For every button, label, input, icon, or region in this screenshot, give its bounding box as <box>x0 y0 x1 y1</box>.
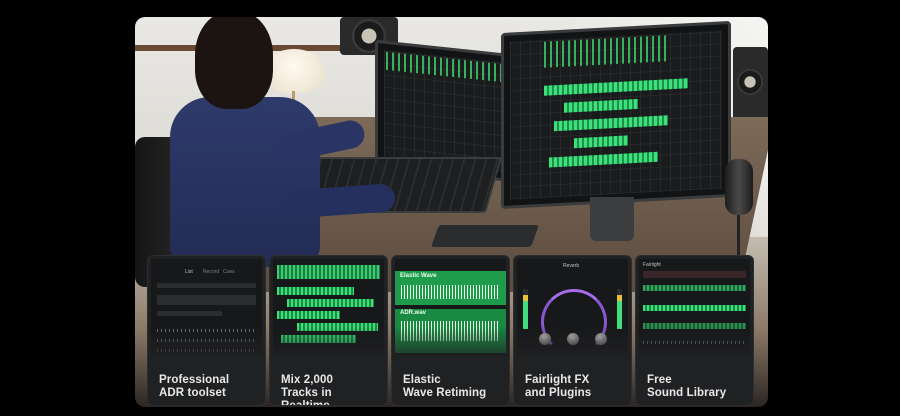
mix-track <box>277 311 340 319</box>
person-sweater <box>170 97 320 267</box>
elastic-clip-name: ADR.wav <box>400 310 427 316</box>
feature-card-elastic[interactable]: Elastic Wave ADR.wav Elastic Wave Retimi… <box>392 256 509 405</box>
keyboard <box>430 225 540 247</box>
imac-display <box>501 20 731 210</box>
card-fade <box>270 326 387 366</box>
adr-field <box>157 311 222 316</box>
library-wave <box>643 285 746 291</box>
card-caption: Fairlight FX and Plugins <box>525 374 592 399</box>
library-search <box>643 271 746 278</box>
speaker-cone <box>737 69 763 95</box>
feature-card-adr[interactable]: List Record Cues Professional ADR toolse… <box>148 256 265 405</box>
card-caption: Elastic Wave Retiming <box>403 374 487 399</box>
library-title: Fairlight <box>643 262 661 268</box>
adr-tab-list: List <box>185 269 193 275</box>
elastic-wave <box>401 285 500 299</box>
person-hair <box>195 17 273 109</box>
card-fade <box>148 326 265 366</box>
adr-field <box>157 283 256 288</box>
adr-tab-record: Record <box>203 269 220 275</box>
page: List Record Cues Professional ADR toolse… <box>0 0 900 416</box>
feature-card-library[interactable]: Fairlight Free Sound Library <box>636 256 753 405</box>
studio-speaker-right <box>733 47 768 127</box>
card-fade <box>392 326 509 366</box>
library-wave <box>643 305 746 311</box>
card-caption: Professional ADR toolset <box>159 374 230 399</box>
microphone <box>725 159 753 215</box>
elastic-title: Elastic Wave <box>400 273 437 279</box>
feature-cards: List Record Cues Professional ADR toolse… <box>148 256 753 405</box>
card-caption: Mix 2,000 Tracks in Realtime <box>281 374 334 405</box>
mix-track <box>277 287 354 295</box>
fx-output-meter <box>617 289 622 329</box>
adr-tab-cues: Cues <box>223 269 235 275</box>
mix-meters <box>277 265 380 279</box>
card-caption: Free Sound Library <box>647 374 727 399</box>
card-fade <box>514 326 631 366</box>
feature-card-fx[interactable]: Reverb Fairlight FX and Plugins <box>514 256 631 405</box>
fx-input-meter <box>523 289 528 329</box>
adr-field <box>157 295 256 305</box>
mix-track <box>287 299 374 307</box>
fx-plugin-title: Reverb <box>563 263 580 269</box>
card-fade <box>636 326 753 366</box>
imac-stand <box>590 197 634 241</box>
feature-card-mix[interactable]: Mix 2,000 Tracks in Realtime <box>270 256 387 405</box>
